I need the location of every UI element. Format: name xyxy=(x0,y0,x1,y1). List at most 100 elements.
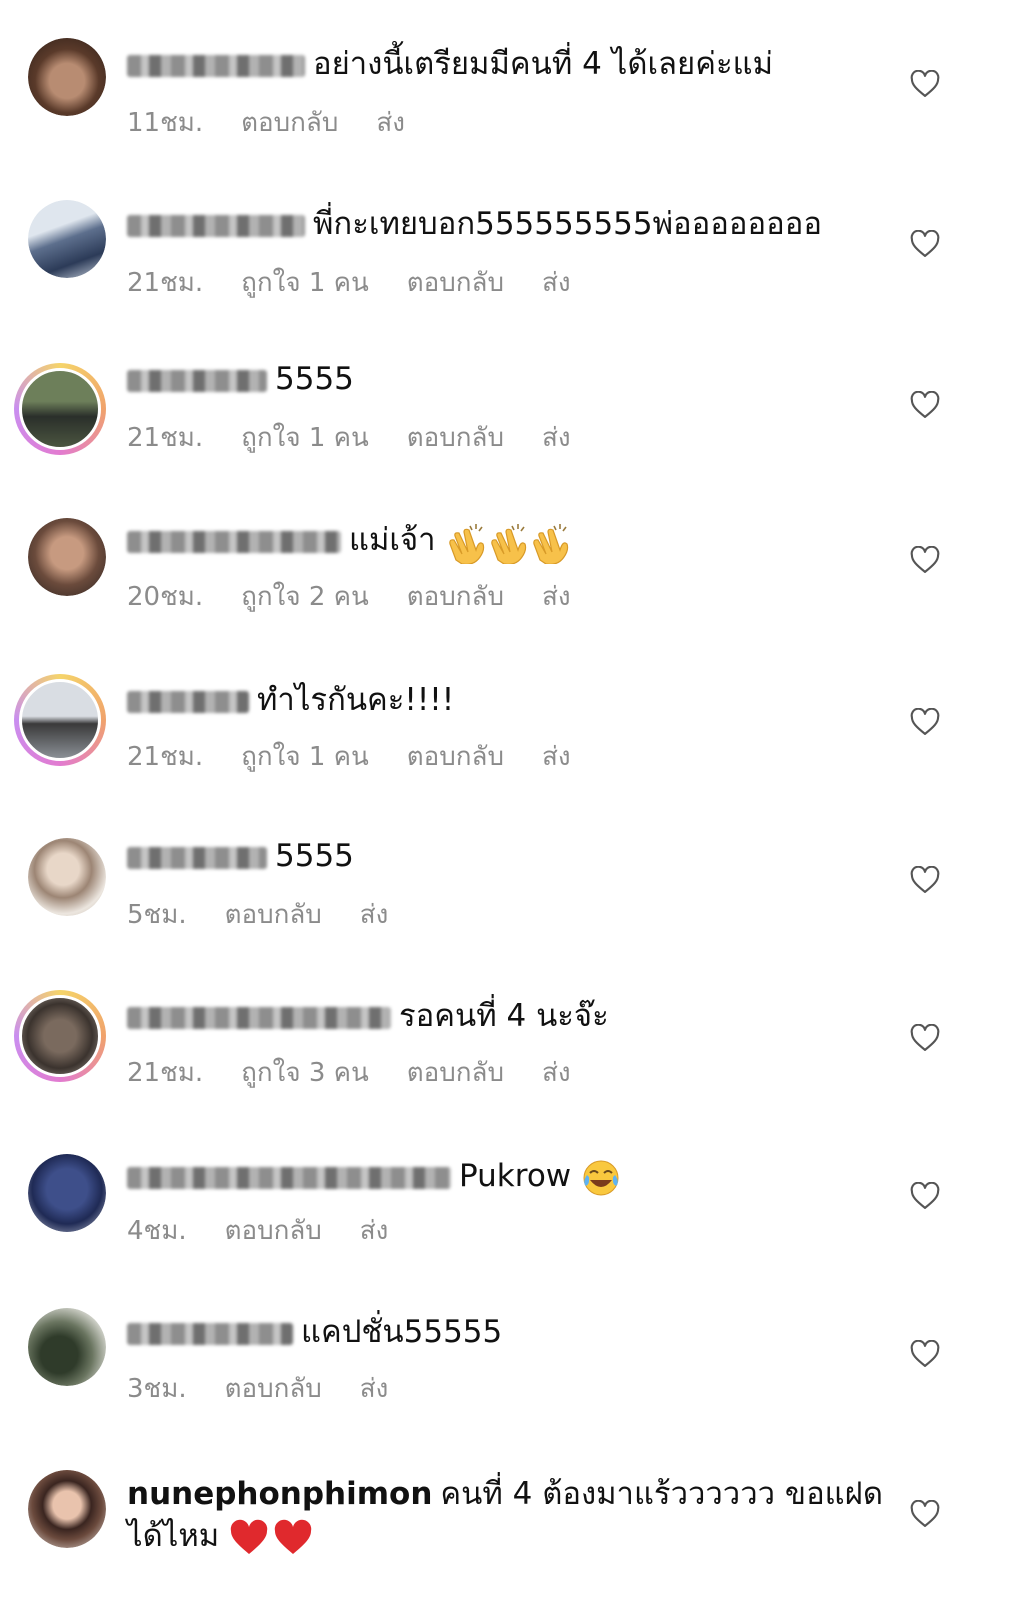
blurred-username[interactable] xyxy=(127,530,341,553)
heart-icon[interactable] xyxy=(910,230,940,258)
comment-body: 5555 xyxy=(127,357,354,401)
reply-button[interactable]: ตอบกลับ xyxy=(407,423,504,453)
comment-meta: 3ชม. ตอบกลับ ส่ง xyxy=(127,1368,426,1409)
avatar-with-story-ring[interactable] xyxy=(14,990,106,1082)
comment-body: รอคนที่ 4 นะจ๊ะ xyxy=(127,994,609,1038)
blurred-username[interactable] xyxy=(127,54,305,77)
send-button[interactable]: ส่ง xyxy=(376,108,405,138)
reply-button[interactable]: ตอบกลับ xyxy=(407,582,504,612)
likes-count[interactable]: ถูกใจ 1 คน xyxy=(241,423,369,453)
comment-time: 3ชม. xyxy=(127,1374,187,1404)
comment-time: 21ชม. xyxy=(127,268,204,298)
blurred-username[interactable] xyxy=(127,846,267,869)
avatar[interactable] xyxy=(28,518,106,596)
heart-icon[interactable] xyxy=(910,1500,940,1528)
comment-meta: 21ชม. ถูกใจ 1 คน ตอบกลับ ส่ง xyxy=(127,262,609,303)
avatar[interactable] xyxy=(28,838,106,916)
blurred-username[interactable] xyxy=(127,1166,451,1189)
comment-meta: 5ชม. ตอบกลับ ส่ง xyxy=(127,894,426,935)
comment-text: คนที่ 4 ต้องมาแร้วววววว ขอแฝด xyxy=(440,1476,883,1512)
blurred-username[interactable] xyxy=(127,214,305,237)
comment-body: nunephonphimon คนที่ 4 ต้องมาแร้วววววว ขอ… xyxy=(127,1472,883,1516)
likes-count[interactable]: ถูกใจ 3 คน xyxy=(241,1058,369,1088)
clap-emoji xyxy=(491,523,527,564)
avatar[interactable] xyxy=(28,1154,106,1232)
comment-body: แม่เจ้า xyxy=(127,518,571,564)
comment-body-continued: ได้ไหม xyxy=(127,1514,313,1558)
comment-time: 11ชม. xyxy=(127,108,204,138)
comment-body: Pukrow xyxy=(127,1154,621,1198)
comment-text: 5555 xyxy=(275,838,354,874)
avatar[interactable] xyxy=(28,1308,106,1386)
comment-meta: 21ชม. ถูกใจ 1 คน ตอบกลับ ส่ง xyxy=(127,417,609,458)
reply-button[interactable]: ตอบกลับ xyxy=(407,742,504,772)
comment-meta: 4ชม. ตอบกลับ ส่ง xyxy=(127,1210,426,1251)
send-button[interactable]: ส่ง xyxy=(542,1058,571,1088)
reply-button[interactable]: ตอบกลับ xyxy=(225,1216,322,1246)
send-button[interactable]: ส่ง xyxy=(542,423,571,453)
heart-icon[interactable] xyxy=(910,866,940,894)
send-button[interactable]: ส่ง xyxy=(542,582,571,612)
heart-icon[interactable] xyxy=(910,1024,940,1052)
comment-body: อย่างนี้เตรียมมีคนที่ 4 ได้เลยค่ะแม่ xyxy=(127,42,773,86)
blurred-username[interactable] xyxy=(127,1006,391,1029)
clap-emoji xyxy=(533,523,569,564)
clapping-hands-emoji xyxy=(449,523,569,564)
comment-time: 5ชม. xyxy=(127,900,187,930)
likes-count[interactable]: ถูกใจ 1 คน xyxy=(241,742,369,772)
comment-text: อย่างนี้เตรียมมีคนที่ 4 ได้เลยค่ะแม่ xyxy=(313,46,774,82)
avatar-with-story-ring[interactable] xyxy=(14,674,106,766)
reply-button[interactable]: ตอบกลับ xyxy=(241,108,338,138)
avatar-with-story-ring[interactable] xyxy=(14,363,106,455)
comment-body: 5555 xyxy=(127,834,354,878)
reply-button[interactable]: ตอบกลับ xyxy=(407,268,504,298)
send-button[interactable]: ส่ง xyxy=(360,1374,389,1404)
blurred-username[interactable] xyxy=(127,1322,293,1345)
heart-icon[interactable] xyxy=(910,70,940,98)
avatar-image xyxy=(28,1308,106,1386)
likes-count[interactable]: ถูกใจ 2 คน xyxy=(241,582,369,612)
avatar-image xyxy=(19,679,101,761)
avatar-image xyxy=(28,1154,106,1232)
heart-icon[interactable] xyxy=(910,1182,940,1210)
avatar-image xyxy=(28,838,106,916)
likes-count[interactable]: ถูกใจ 1 คน xyxy=(241,268,369,298)
comment-time: 20ชม. xyxy=(127,582,204,612)
heart-icon[interactable] xyxy=(910,1340,940,1368)
heart-emoji xyxy=(274,1519,312,1554)
comment-text-line2: ได้ไหม xyxy=(127,1518,220,1554)
send-button[interactable]: ส่ง xyxy=(360,900,389,930)
comment-text: Pukrow xyxy=(459,1158,572,1194)
comment-body: พี่กะเทยบอก555555555พ่ออออออออ xyxy=(127,202,822,246)
comment-meta: 11ชม. ตอบกลับ ส่ง xyxy=(127,102,443,143)
comment-text: ทำไรกันคะ!!!! xyxy=(257,682,455,718)
avatar-image xyxy=(28,518,106,596)
avatar-image xyxy=(28,200,106,278)
avatar[interactable] xyxy=(28,38,106,116)
send-button[interactable]: ส่ง xyxy=(360,1216,389,1246)
comment-text: แม่เจ้า xyxy=(349,522,436,558)
heart-icon[interactable] xyxy=(910,391,940,419)
reply-button[interactable]: ตอบกลับ xyxy=(225,1374,322,1404)
comment-text: รอคนที่ 4 นะจ๊ะ xyxy=(399,998,609,1034)
comments-list: อย่างนี้เตรียมมีคนที่ 4 ได้เลยค่ะแม่ 11ช… xyxy=(0,0,1020,1607)
send-button[interactable]: ส่ง xyxy=(542,268,571,298)
reply-button[interactable]: ตอบกลับ xyxy=(407,1058,504,1088)
reply-button[interactable]: ตอบกลับ xyxy=(225,900,322,930)
tears-of-joy-emoji xyxy=(583,1160,619,1195)
comment-meta: 21ชม. ถูกใจ 1 คน ตอบกลับ ส่ง xyxy=(127,736,609,777)
heart-icon[interactable] xyxy=(910,546,940,574)
avatar-image xyxy=(19,995,101,1077)
comment-meta: 20ชม. ถูกใจ 2 คน ตอบกลับ ส่ง xyxy=(127,576,609,617)
avatar-image xyxy=(28,38,106,116)
send-button[interactable]: ส่ง xyxy=(542,742,571,772)
blurred-username[interactable] xyxy=(127,369,267,392)
heart-icon[interactable] xyxy=(910,708,940,736)
heart-emoji xyxy=(230,1519,268,1554)
comment-meta: 21ชม. ถูกใจ 3 คน ตอบกลับ ส่ง xyxy=(127,1052,609,1093)
avatar[interactable] xyxy=(28,200,106,278)
username[interactable]: nunephonphimon xyxy=(127,1476,432,1512)
blurred-username[interactable] xyxy=(127,690,249,713)
avatar[interactable] xyxy=(28,1470,106,1548)
avatar-image xyxy=(28,1470,106,1548)
